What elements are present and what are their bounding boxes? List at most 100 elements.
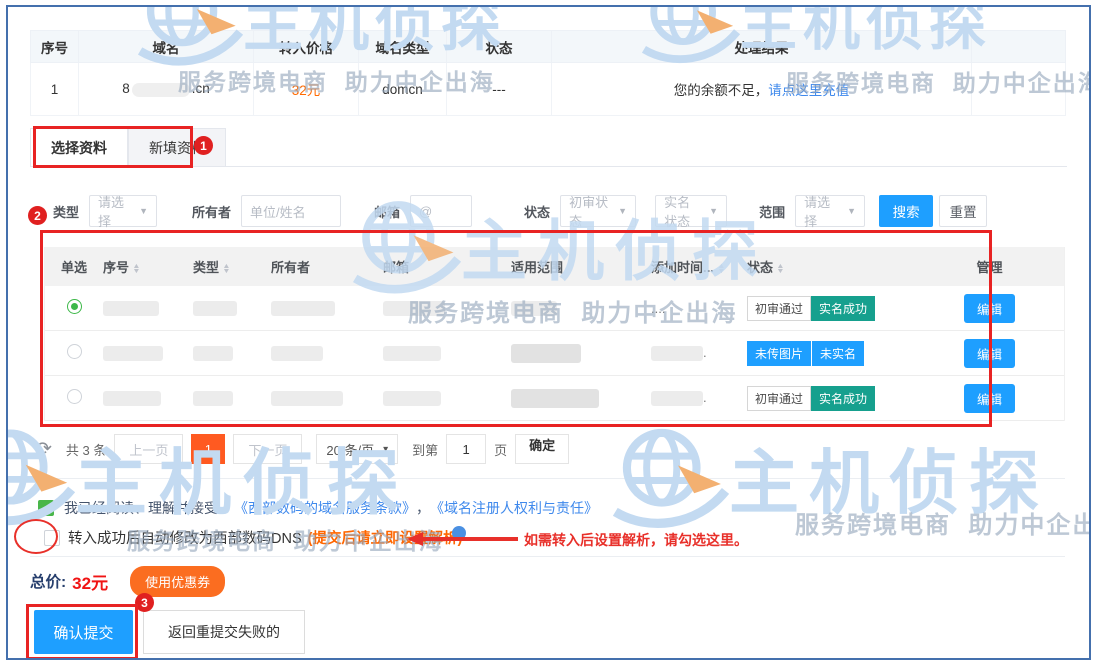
- chevron-down-icon: ▾: [383, 444, 388, 455]
- type-label: 类型: [53, 202, 79, 221]
- terms-agreement-row: 我已经阅读、理解并接受 《西部数码的域名服务条款》 ， 《域名注册人权利与责任》: [38, 498, 1067, 518]
- col-domain-type: 域名类型: [359, 31, 447, 63]
- total-count: 共 3 条: [66, 440, 106, 459]
- redacted-email: [383, 301, 445, 316]
- recharge-link[interactable]: 请点这里充值: [768, 83, 849, 98]
- page-size-select[interactable]: 20 条/页▾: [316, 434, 398, 464]
- service-terms-link[interactable]: 《西部数码的域名服务条款》: [234, 498, 416, 518]
- col-result: 处理结果: [552, 31, 972, 63]
- chevron-down-icon: ▼: [839, 206, 856, 216]
- sort-icon[interactable]: ▲▼: [223, 264, 230, 274]
- current-page[interactable]: 1: [191, 434, 225, 464]
- table-row[interactable]: . 初审通过实名成功 编辑: [45, 376, 1064, 421]
- reset-button[interactable]: 重置: [939, 195, 987, 227]
- info-icon: [452, 526, 466, 540]
- radio-unselected[interactable]: [67, 389, 82, 404]
- col-index: 序号: [31, 31, 79, 63]
- domain-transfer-page: 序号 域名 转入价格 域名类型 状态 处理结果 1 8.cn 32元 domcn…: [6, 5, 1091, 660]
- radio-unselected[interactable]: [67, 344, 82, 359]
- transfer-price: 32元: [254, 63, 359, 116]
- redacted-owner: [271, 301, 335, 316]
- email-label: 邮箱: [374, 202, 400, 221]
- email-input[interactable]: @: [410, 195, 472, 227]
- pagination-bar: ⟳ 共 3 条 上一页 1 下一页 20 条/页▾ 到第 页 确定: [30, 433, 1067, 465]
- dns-checkbox[interactable]: [44, 530, 60, 546]
- status-badge: 实名成功: [811, 296, 875, 321]
- profile-tabs: 选择资料 新填资料: [30, 128, 1067, 167]
- status-badge: 初审通过: [747, 386, 811, 411]
- tab-new-profile[interactable]: 新填资料: [128, 128, 226, 166]
- redacted-type: [193, 346, 233, 361]
- profile-table-header: 单选 序号▲▼ 类型▲▼ 所有者 邮箱 适用范围 添加时间...▲▼ 状态▲▼ …: [45, 247, 1064, 286]
- order-index: 1: [31, 63, 79, 116]
- col-status: 状态: [747, 260, 773, 275]
- domain-type: domcn: [359, 63, 447, 116]
- chevron-down-icon: ▼: [131, 206, 148, 216]
- goto-page-input[interactable]: [446, 434, 486, 464]
- chevron-down-icon: ▼: [610, 206, 627, 216]
- status-label: 状态: [524, 202, 550, 221]
- redacted-domain: [132, 83, 190, 97]
- order-status: ---: [447, 63, 552, 116]
- edit-button[interactable]: 编辑: [964, 384, 1015, 413]
- registrant-rights-link[interactable]: 《域名注册人权利与责任》: [430, 498, 598, 518]
- table-row[interactable]: .... 初审通过实名成功 编辑: [45, 286, 1064, 331]
- redacted-index: [103, 346, 163, 361]
- divider: [30, 556, 1065, 557]
- goto-confirm-button[interactable]: 确定: [515, 434, 569, 464]
- action-buttons: 确认提交 返回重提交失败的: [30, 610, 1067, 654]
- col-index: 序号: [103, 260, 129, 275]
- chevron-down-icon: ▼: [701, 206, 718, 216]
- total-label: 总价:: [30, 570, 66, 592]
- col-status: 状态: [447, 31, 552, 63]
- radio-selected[interactable]: [67, 299, 82, 314]
- col-type: 类型: [193, 260, 219, 275]
- redacted-index: [103, 391, 161, 406]
- type-select[interactable]: 请选择▼: [89, 195, 157, 227]
- table-row[interactable]: . 未传图片未实名 编辑: [45, 331, 1064, 376]
- owner-input[interactable]: 单位/姓名: [241, 195, 341, 227]
- dns-option-row: 转入成功后自动修改为西部数码DNS (提交后请立即设置解析): [30, 527, 1067, 548]
- col-email: 邮箱: [383, 257, 511, 276]
- redacted-index: [103, 301, 159, 316]
- resubmit-failed-button[interactable]: 返回重提交失败的: [143, 610, 305, 654]
- range-label: 范围: [759, 202, 785, 221]
- redacted-email: [383, 391, 441, 406]
- realname-status-select[interactable]: 实名状态▼: [655, 195, 727, 227]
- redacted-time: .: [651, 390, 747, 406]
- redacted-type: [193, 301, 237, 316]
- profile-table: 单选 序号▲▼ 类型▲▼ 所有者 邮箱 适用范围 添加时间...▲▼ 状态▲▼ …: [44, 247, 1065, 421]
- redacted-scope: [511, 389, 599, 408]
- confirm-submit-button[interactable]: 确认提交: [34, 610, 133, 654]
- total-value: 32元: [72, 569, 108, 594]
- use-coupon-button[interactable]: 使用优惠券: [130, 566, 225, 597]
- sort-icon[interactable]: ▲▼: [777, 264, 784, 274]
- redacted-owner: [271, 391, 343, 406]
- audit-status-select[interactable]: 初审状态▼: [560, 195, 636, 227]
- terms-text: 我已经阅读、理解并接受: [64, 498, 218, 518]
- col-add-time: 添加时间...: [651, 260, 714, 275]
- edit-button[interactable]: 编辑: [964, 339, 1015, 368]
- summary-header-row: 序号 域名 转入价格 域名类型 状态 处理结果: [31, 31, 1066, 63]
- status-badge: 未传图片: [747, 341, 811, 366]
- search-button[interactable]: 搜索: [879, 195, 933, 227]
- filter-bar: 类型 请选择▼ 所有者 单位/姓名 邮箱 @ 状态 初审状态▼ 实名状态▼ 范围…: [30, 195, 1067, 227]
- divider: [30, 478, 1065, 479]
- dns-highlight: (提交后请立即设置解析): [308, 527, 463, 548]
- domain-cell: 8.cn: [79, 63, 254, 116]
- dns-text: 转入成功后自动修改为西部数码DNS: [68, 527, 302, 548]
- redacted-email: [383, 346, 441, 361]
- owner-label: 所有者: [192, 202, 231, 221]
- redacted-type: [193, 391, 233, 406]
- goto-label: 到第: [412, 440, 438, 459]
- edit-button[interactable]: 编辑: [964, 294, 1015, 323]
- refresh-icon[interactable]: ⟳: [36, 438, 52, 461]
- sort-icon[interactable]: ▲▼: [133, 264, 140, 274]
- prev-page-button[interactable]: 上一页: [114, 434, 183, 464]
- tab-select-profile[interactable]: 选择资料: [30, 128, 128, 166]
- sort-icon[interactable]: ▲▼: [718, 264, 725, 274]
- next-page-button[interactable]: 下一页: [233, 434, 302, 464]
- terms-checkbox[interactable]: [38, 500, 54, 516]
- col-domain: 域名: [79, 31, 254, 63]
- range-select[interactable]: 请选择▼: [795, 195, 865, 227]
